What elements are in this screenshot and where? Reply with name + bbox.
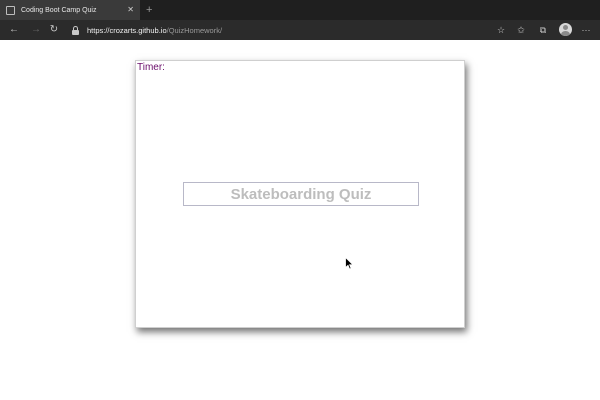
address-bar[interactable]: https://crozarts.github.io/QuizHomework/ xyxy=(72,23,482,37)
tab-strip: Coding Boot Camp Quiz ✕ + xyxy=(0,0,600,20)
quiz-title: Skateboarding Quiz xyxy=(230,185,372,203)
url-path: /QuizHomework/ xyxy=(166,25,223,35)
reload-button[interactable]: ↻ xyxy=(46,22,62,38)
lock-icon xyxy=(72,25,79,35)
timer-label: Timer: xyxy=(137,62,165,73)
tab-title: Coding Boot Camp Quiz xyxy=(21,6,97,14)
quiz-card: Timer: Skateboarding Quiz xyxy=(135,60,465,328)
favorites-icon[interactable]: ✩ xyxy=(513,22,529,38)
new-tab-button[interactable]: + xyxy=(146,3,152,17)
add-favorite-icon[interactable]: ☆ xyxy=(493,22,509,38)
back-button[interactable]: ← xyxy=(6,22,22,38)
more-menu-icon[interactable]: ··· xyxy=(578,22,594,38)
browser-toolbar: ← → ↻ https://crozarts.github.io/QuizHom… xyxy=(0,20,600,40)
close-tab-icon[interactable]: ✕ xyxy=(127,4,134,16)
url-host: https://crozarts.github.io xyxy=(87,25,167,35)
browser-tab[interactable]: Coding Boot Camp Quiz ✕ xyxy=(0,0,140,20)
page-icon xyxy=(6,5,15,15)
quiz-title-box: Skateboarding Quiz xyxy=(183,182,419,206)
url-text: https://crozarts.github.io/QuizHomework/ xyxy=(87,26,222,35)
forward-button[interactable]: → xyxy=(28,22,44,38)
profile-avatar[interactable] xyxy=(559,23,572,36)
collections-icon[interactable]: ⧉ xyxy=(535,22,551,38)
